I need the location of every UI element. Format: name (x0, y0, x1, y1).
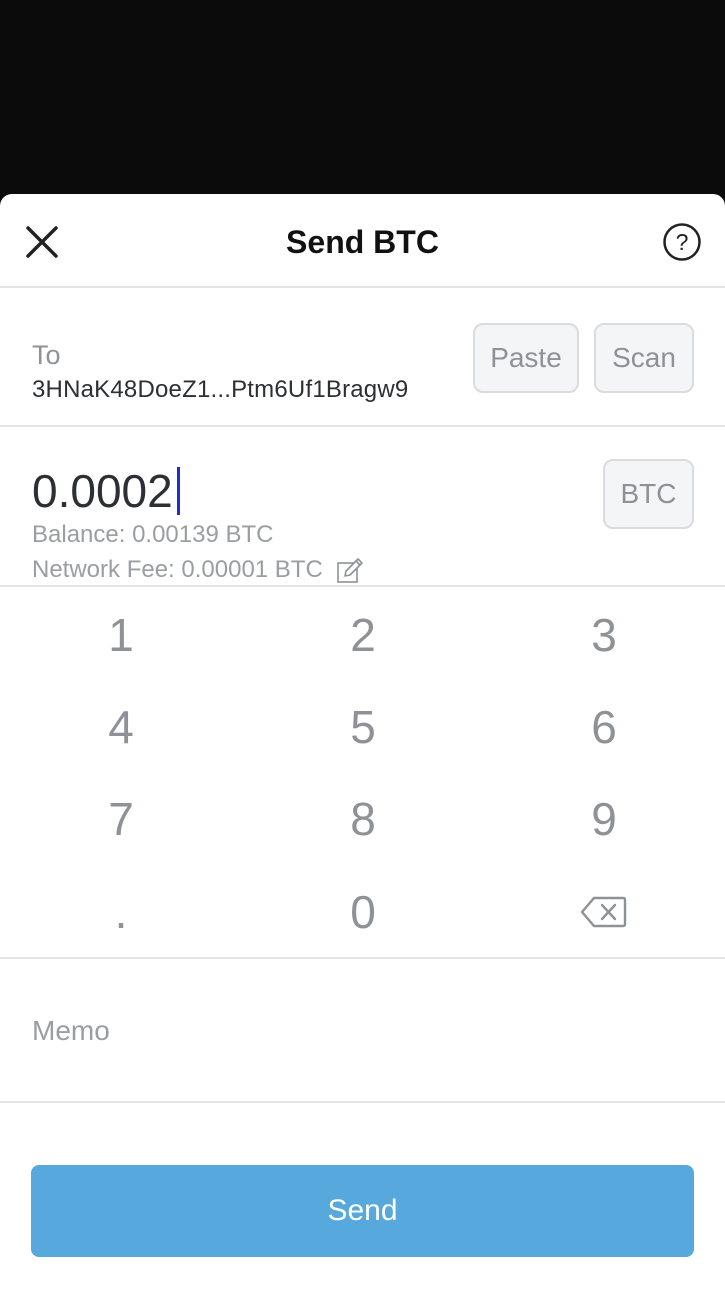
amount-field[interactable]: 0.0002 (32, 463, 180, 519)
memo-row (0, 961, 725, 1103)
recipient-row[interactable]: To 3HNaK48DoeZ1...Ptm6Uf1Bragw9 Paste Sc… (0, 288, 725, 427)
paste-button[interactable]: Paste (473, 323, 579, 393)
key-0[interactable]: 0 (242, 866, 484, 958)
currency-toggle-button[interactable]: BTC (603, 459, 694, 529)
page-title: Send BTC (286, 224, 439, 260)
amount-row: 0.0002 BTC Balance: 0.00139 BTC Network … (0, 427, 725, 587)
key-4[interactable]: 4 (0, 681, 242, 773)
help-circle-icon: ? (663, 223, 701, 261)
key-decimal[interactable]: . (0, 866, 242, 958)
scan-button[interactable]: Scan (594, 323, 694, 393)
help-button[interactable]: ? (662, 222, 702, 262)
key-6[interactable]: 6 (483, 681, 725, 773)
memo-input[interactable] (32, 1009, 692, 1053)
key-7[interactable]: 7 (0, 773, 242, 865)
svg-text:?: ? (676, 229, 689, 255)
to-label: To (32, 340, 61, 370)
key-5[interactable]: 5 (242, 681, 484, 773)
send-sheet: Send BTC ? To 3HNaK48DoeZ1...Ptm6Uf1Brag… (0, 194, 725, 1289)
backspace-icon (580, 896, 627, 928)
balance-text: Balance: 0.00139 BTC (32, 521, 274, 548)
backspace-key[interactable] (483, 866, 725, 958)
key-9[interactable]: 9 (483, 773, 725, 865)
numeric-keypad: 1 2 3 4 5 6 7 8 9 . 0 (0, 589, 725, 959)
recipient-address[interactable]: 3HNaK48DoeZ1...Ptm6Uf1Bragw9 (32, 376, 408, 404)
amount-value: 0.0002 (32, 465, 173, 517)
edit-pencil-icon[interactable] (335, 555, 365, 585)
key-8[interactable]: 8 (242, 773, 484, 865)
network-fee-row: Network Fee: 0.00001 BTC (32, 555, 365, 585)
sheet-header: Send BTC ? (0, 194, 725, 288)
key-1[interactable]: 1 (0, 589, 242, 681)
key-3[interactable]: 3 (483, 589, 725, 681)
network-fee-text: Network Fee: 0.00001 BTC (32, 556, 323, 583)
key-2[interactable]: 2 (242, 589, 484, 681)
send-button[interactable]: Send (31, 1165, 694, 1257)
text-caret (176, 467, 180, 515)
